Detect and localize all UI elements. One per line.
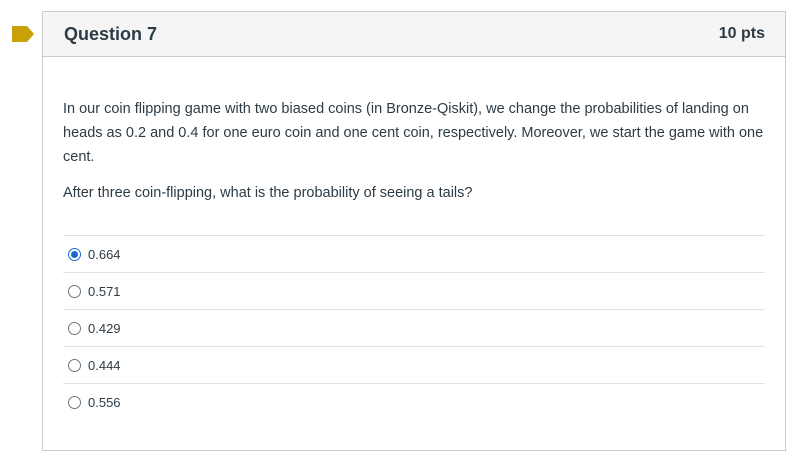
answer-option-1[interactable]: 0.664: [63, 236, 765, 273]
question-body: In our coin flipping game with two biase…: [43, 57, 785, 421]
radio-button[interactable]: [68, 321, 81, 335]
radio-button[interactable]: [68, 396, 81, 409]
radio-button[interactable]: [68, 358, 81, 372]
answer-option-3[interactable]: 0.429: [63, 310, 765, 347]
question-points: 10 pts: [718, 25, 765, 42]
question-flag-icon[interactable]: [12, 26, 34, 42]
question-paragraph: After three coin-flipping, what is the p…: [63, 185, 473, 201]
answer-option-5[interactable]: 0.556: [63, 384, 765, 421]
answer-label: 0.429: [88, 320, 121, 336]
question-text: In our coin flipping game with two biase…: [63, 97, 765, 205]
answer-label: 0.556: [88, 395, 121, 410]
question-card: Question 7 10 pts In our coin flipping g…: [42, 11, 786, 451]
answer-label: 0.664: [88, 246, 121, 262]
answer-label: 0.571: [88, 283, 121, 299]
question-title: Question 7: [64, 23, 158, 44]
answer-option-2[interactable]: 0.571: [63, 273, 765, 310]
question-paragraph: In our coin flipping game with two biase…: [63, 101, 764, 165]
radio-button[interactable]: [68, 284, 81, 298]
quiz-page: Question 7 10 pts In our coin flipping g…: [0, 0, 799, 464]
answer-label: 0.444: [88, 357, 121, 373]
answer-option-4[interactable]: 0.444: [63, 347, 765, 384]
radio-button-selected[interactable]: [68, 247, 81, 261]
answer-list: 0.664 0.571 0.429 0.444 0.556: [63, 235, 765, 421]
question-header: Question 7 10 pts: [43, 12, 785, 57]
